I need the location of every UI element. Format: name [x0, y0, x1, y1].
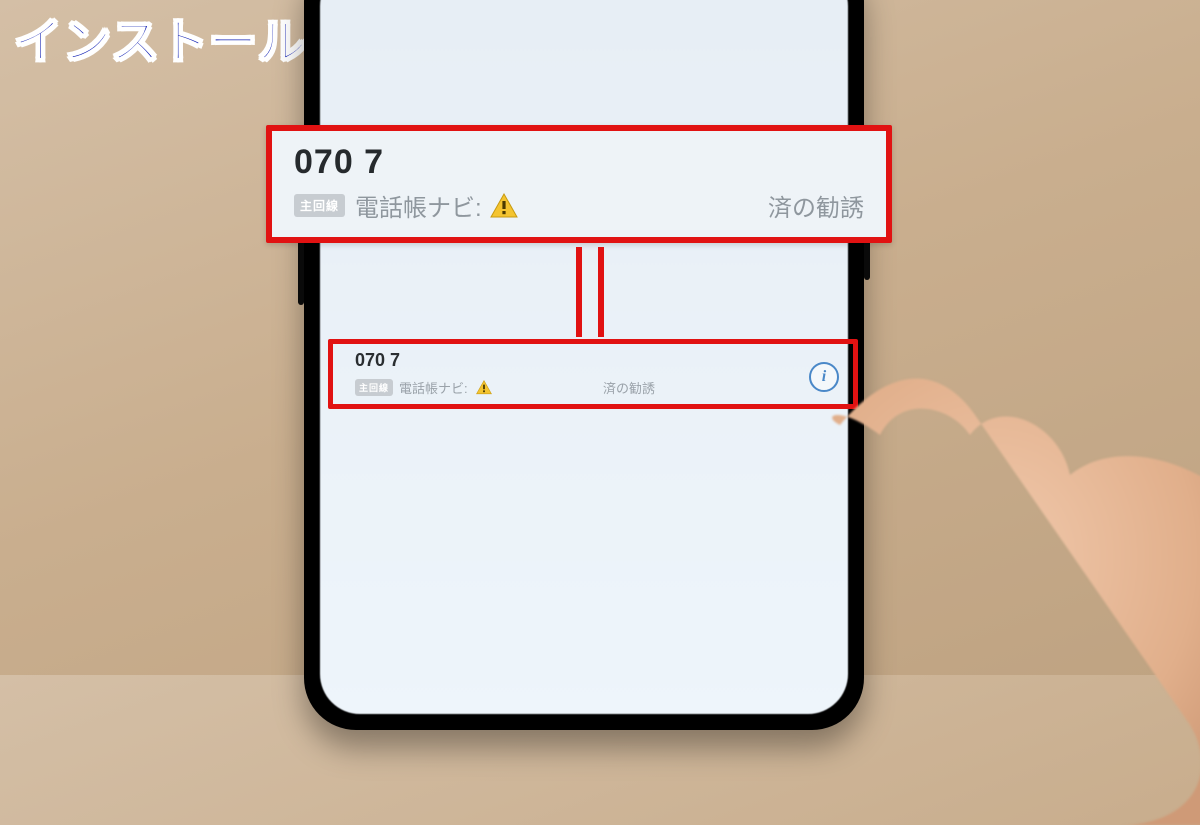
- callout-category: 済の勧誘: [768, 188, 864, 223]
- call-log-row[interactable]: 070 7 主回線 電話帳ナビ: 済の勧誘 i: [328, 339, 858, 409]
- row-detail-line: 主回線 電話帳ナビ:: [355, 378, 500, 397]
- line-badge: 主回線: [294, 194, 345, 217]
- volume-down-button[interactable]: [298, 235, 304, 305]
- navi-label: 電話帳ナビ:: [399, 378, 468, 397]
- callout-connector: [576, 247, 604, 337]
- enlarged-call-entry: 070 7 主回線 電話帳ナビ: 済の勧誘: [266, 125, 892, 243]
- warning-icon: [476, 380, 492, 395]
- row-category: 済の勧誘: [603, 378, 655, 397]
- navi-label: 電話帳ナビ:: [355, 188, 482, 223]
- callout-phone-number: 070 7: [294, 143, 864, 182]
- row-phone-number: 070 7: [355, 350, 400, 371]
- line-badge: 主回線: [355, 379, 393, 396]
- callout-detail-row: 主回線 電話帳ナビ: 済の勧誘: [294, 188, 864, 223]
- info-icon[interactable]: i: [809, 362, 839, 392]
- warning-icon: [490, 193, 518, 219]
